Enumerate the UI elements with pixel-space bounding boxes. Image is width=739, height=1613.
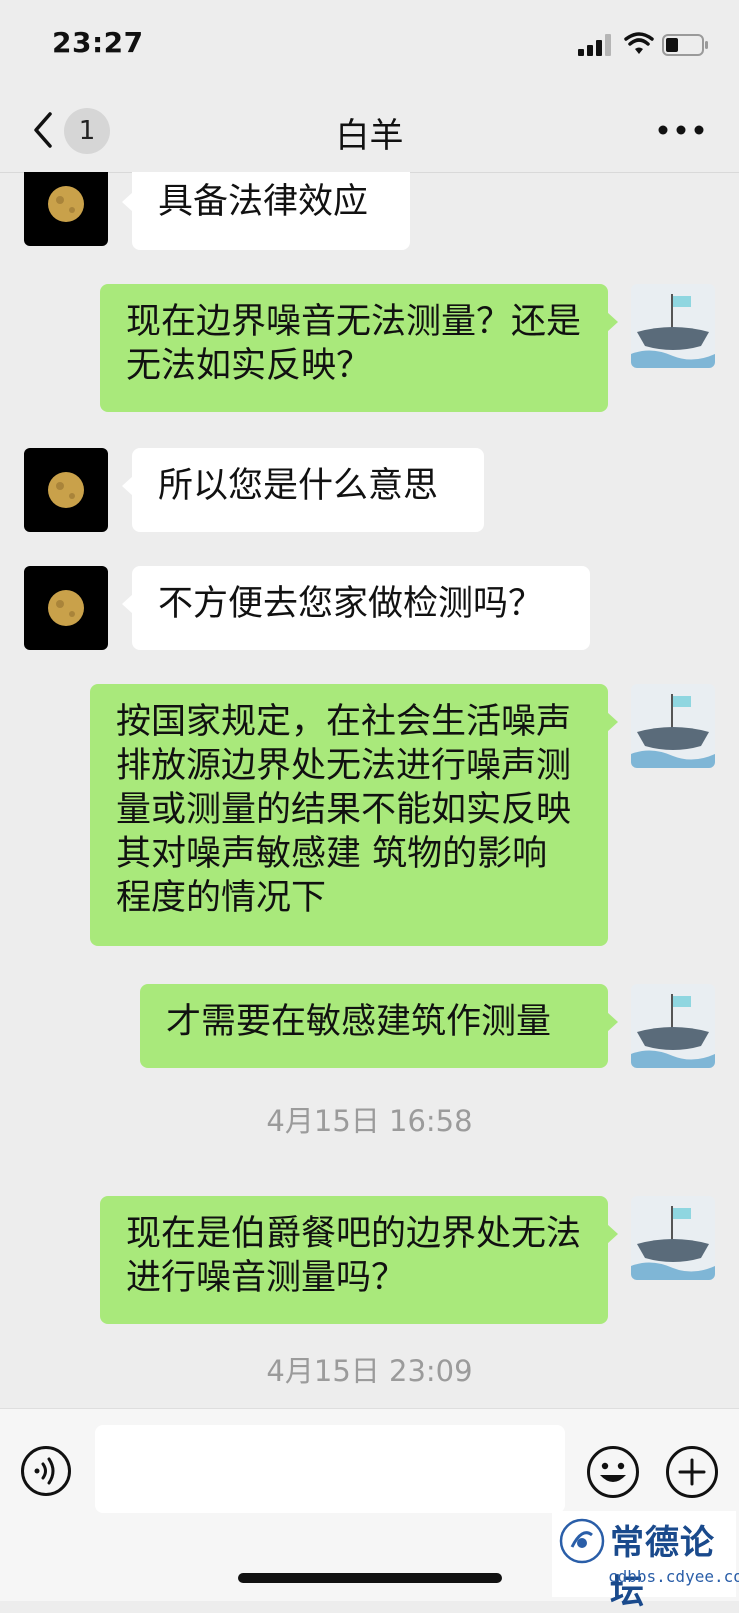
timestamp: 4月15日 23:09 xyxy=(266,1354,473,1388)
watermark-url: cdbbs.cdyee.com xyxy=(608,1567,739,1586)
status-time: 23:27 xyxy=(52,26,144,59)
status-bar: 23:27 xyxy=(0,0,739,90)
message-bubble-outgoing[interactable]: 才需要在敏感建筑作测量 xyxy=(140,984,618,1068)
message-text: 不方便去您家做检测吗？ xyxy=(158,584,544,624)
ship-flag-icon xyxy=(631,694,715,768)
my-avatar[interactable] xyxy=(631,284,715,368)
more-dots-icon[interactable] xyxy=(656,120,706,140)
my-avatar[interactable] xyxy=(631,684,715,768)
message-bubble-outgoing[interactable]: 按国家规定，在社会生活噪声排放源边界处无法进行噪声测量或测量的结果不能如实反映其… xyxy=(90,684,618,946)
ship-flag-icon xyxy=(631,294,715,368)
watermark-title: 常德论坛 xyxy=(610,1523,715,1612)
message-bubble-incoming[interactable]: 具备法律效应 xyxy=(122,172,410,250)
message-text: 现在边界噪音无法测量？还是无法如实反映？ xyxy=(126,302,582,386)
forum-watermark: 常德论坛 cdbbs.cdyee.com xyxy=(552,1511,739,1612)
moon-icon xyxy=(48,186,84,222)
message-text: 才需要在敏感建筑作测量 xyxy=(166,1002,552,1042)
battery-icon xyxy=(662,34,708,56)
timestamp: 4月15日 16:58 xyxy=(266,1104,473,1138)
moon-icon xyxy=(48,590,84,626)
message-bubble-incoming[interactable]: 不方便去您家做检测吗？ xyxy=(122,566,590,650)
message-text: 现在是伯爵餐吧的边界处无法进行噪音测量吗？ xyxy=(126,1214,582,1298)
input-bar: 常德论坛 cdbbs.cdyee.com xyxy=(0,1408,739,1612)
message-bubble-incoming[interactable]: 所以您是什么意思 xyxy=(122,448,484,532)
message-input[interactable] xyxy=(95,1425,565,1513)
moon-icon xyxy=(48,472,84,508)
signal-icon xyxy=(578,34,611,56)
contact-avatar[interactable] xyxy=(24,172,108,246)
chat-title: 白羊 xyxy=(335,116,404,156)
my-avatar[interactable] xyxy=(631,1196,715,1280)
contact-avatar[interactable] xyxy=(24,566,108,650)
contact-avatar[interactable] xyxy=(24,448,108,532)
ship-flag-icon xyxy=(631,994,715,1068)
my-avatar[interactable] xyxy=(631,984,715,1068)
message-bubble-outgoing[interactable]: 现在边界噪音无法测量？还是无法如实反映？ xyxy=(100,284,618,412)
message-text: 按国家规定，在社会生活噪声排放源边界处无法进行噪声测量或测量的结果不能如实反映其… xyxy=(116,702,572,918)
chat-header: 1 白羊 xyxy=(0,90,739,173)
voice-icon[interactable] xyxy=(20,1445,72,1497)
forum-logo-icon xyxy=(559,1518,605,1564)
wifi-icon xyxy=(624,32,654,54)
message-text: 具备法律效应 xyxy=(158,182,369,222)
plus-icon[interactable] xyxy=(665,1445,719,1499)
message-list[interactable]: 具备法律效应 现在边界噪音无法测量？还是无法如实反映？ 所以您是什么意思 不方便… xyxy=(0,172,739,1408)
message-text: 所以您是什么意思 xyxy=(158,466,439,506)
emoji-icon[interactable] xyxy=(586,1445,640,1499)
home-indicator[interactable] xyxy=(238,1573,502,1583)
ship-flag-icon xyxy=(631,1206,715,1280)
message-bubble-outgoing[interactable]: 现在是伯爵餐吧的边界处无法进行噪音测量吗？ xyxy=(100,1196,618,1324)
